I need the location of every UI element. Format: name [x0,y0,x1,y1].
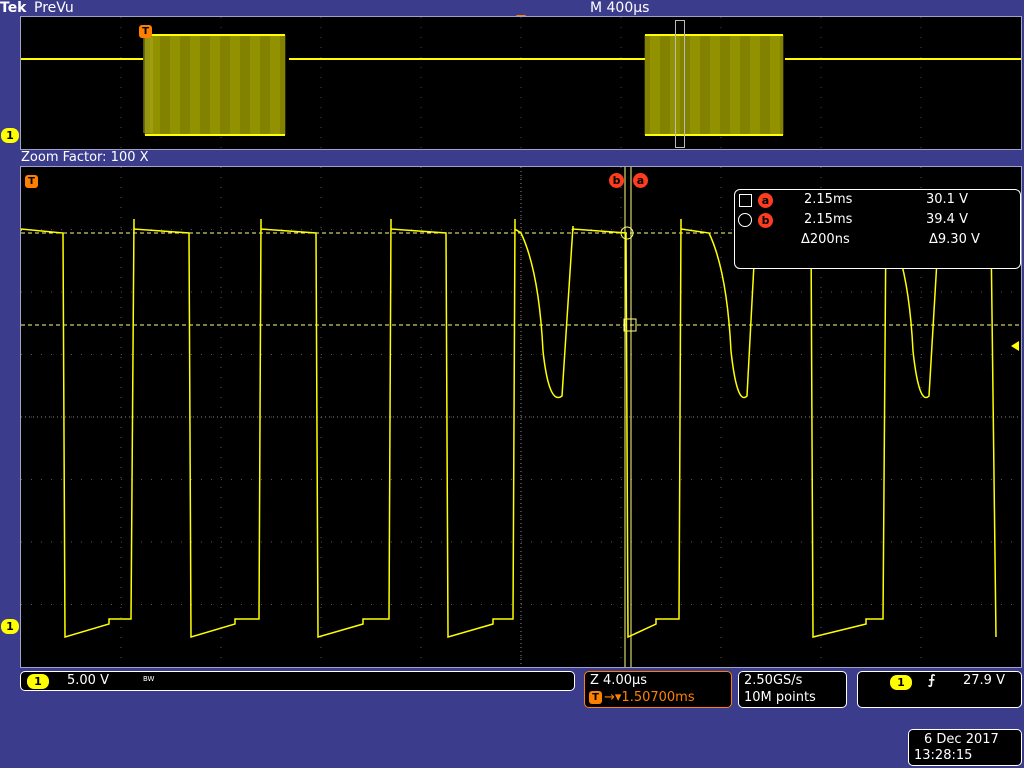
channel1-scale: 5.00 V [67,673,109,688]
cursor-a-value: 30.1 V [926,192,968,207]
zoom-factor-label: Zoom Factor: 100 X [21,150,149,165]
cursor-b-time: 2.15ms [804,212,853,227]
cursor-b-label[interactable]: b [609,173,624,188]
cursor-a-label[interactable]: a [633,173,648,188]
channel1-ground-marker[interactable]: 1 [1,619,19,634]
overview-pretrigger-region [143,37,153,133]
mode-label: PreVu [34,0,74,16]
overview-trigger-marker-icon[interactable]: T [139,25,152,38]
cursor-a-time: 2.15ms [804,192,853,207]
zoom-scale: Z 4.00µs [590,673,648,688]
overview-waveform [21,17,1021,149]
cursor-b-circle-icon [738,213,752,227]
timebase-readout[interactable]: M 400µs [590,0,649,16]
bandwidth-limit-icon: BW [143,675,155,683]
brand-logo: Tek [0,0,27,16]
channel1-settings-box[interactable]: 1 5.00 V BW [20,671,575,691]
zoom-trigger-marker-icon[interactable]: T [25,175,38,188]
cursor-b-readout-label: b [758,213,773,228]
sample-rate: 2.50GS/s [744,673,803,688]
cursor-readout-panel: a 2.15ms 30.1 V b 2.15ms 39.4 V Δ200ns Δ… [734,189,1021,269]
overview-burst-2 [644,34,784,136]
trigger-position: →▾1.50700ms [604,690,695,705]
zoom-timebase-box[interactable]: Z 4.00µs T →▾1.50700ms [584,671,732,708]
overview-channel1-ground-marker[interactable]: 1 [1,128,19,143]
cursor-a-square-icon [739,194,752,207]
datetime-box: 6 Dec 2017 13:28:15 [908,729,1022,766]
zoom-window-box[interactable] [675,20,685,148]
trigger-level: 27.9 V [963,673,1005,688]
channel1-waveform [21,218,997,639]
trigger-level-arrow-icon[interactable] [1011,341,1019,351]
cursor-b-value: 39.4 V [926,212,968,227]
cursor-delta-time: Δ200ns [801,232,850,247]
cursor-a-readout-label: a [758,193,773,208]
overview-waveform-panel[interactable]: T [20,16,1022,150]
trigger-settings-box[interactable]: 1 ⨍ 27.9 V [857,671,1022,708]
overview-burst-1 [144,34,286,136]
rising-edge-icon: ⨍ [928,673,936,688]
time-display: 13:28:15 [914,748,973,763]
overview-burst-2-fill [645,35,783,135]
acquisition-box[interactable]: 2.50GS/s 10M points [738,671,847,708]
cursor-delta-value: Δ9.30 V [929,232,980,247]
record-length: 10M points [744,690,816,705]
trigger-source-badge: 1 [890,675,912,690]
date-display: 6 Dec 2017 [924,732,999,747]
channel1-badge: 1 [27,674,49,689]
trigger-position-icon: T [589,691,602,704]
